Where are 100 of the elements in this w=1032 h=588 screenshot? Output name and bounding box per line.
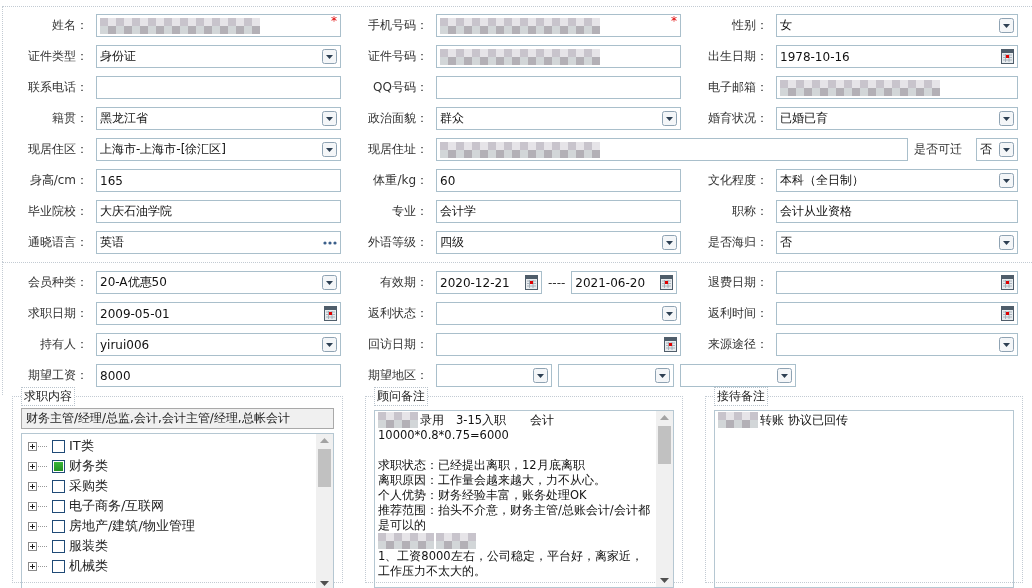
- input-field[interactable]: [776, 76, 1018, 99]
- checkbox[interactable]: [52, 519, 65, 533]
- input-field[interactable]: 大庆石油学院: [96, 200, 341, 223]
- input-field[interactable]: 会计从业资格: [776, 200, 1018, 223]
- field-label: 体重/kg：: [372, 172, 429, 189]
- notes-textarea[interactable]: 转账 协议已回传: [714, 410, 1014, 588]
- select-field[interactable]: 群众: [436, 107, 681, 130]
- expand-icon[interactable]: [28, 441, 48, 451]
- more-options-icon[interactable]: [323, 240, 337, 245]
- select-field[interactable]: 本科（全日制）: [776, 169, 1018, 192]
- scroll-down-icon[interactable]: [320, 581, 329, 586]
- select-field[interactable]: 否: [776, 231, 1018, 254]
- tree-item[interactable]: 房地产/建筑/物业管理: [69, 517, 195, 535]
- required-mark: *: [671, 15, 677, 27]
- input-field[interactable]: 165: [96, 169, 341, 192]
- tree-item[interactable]: 机械类: [69, 557, 108, 575]
- field-label: 返利状态：: [367, 305, 429, 322]
- expand-icon[interactable]: [28, 561, 48, 571]
- select-field[interactable]: [776, 333, 1018, 356]
- scroll-down-icon[interactable]: [660, 578, 669, 583]
- date-field[interactable]: [776, 271, 1018, 294]
- lookup-field[interactable]: 英语: [96, 231, 341, 254]
- field-label: 籍贯：: [51, 110, 89, 127]
- calendar-icon[interactable]: [660, 275, 674, 290]
- notes-textarea[interactable]: 录用 3-15入职 会计 10000*0.8*0.75=6000 求职状态：已经提出离职，12月底离职 离职原因：工作量会越来越大，力不从心。 个人优势：财务经验丰富，账务处理OK 推荐范围：抬头不介意，财务主管/总账会计/会计都是可以的 1、工资8000左右，公司稳定，平台好，离家近，工作压力不太大的。: [374, 410, 674, 588]
- scrollbar[interactable]: [316, 434, 333, 588]
- select-field[interactable]: [680, 364, 796, 387]
- tree-item[interactable]: 服装类: [69, 537, 108, 555]
- input-field[interactable]: 会计学: [436, 200, 681, 223]
- select-field[interactable]: [558, 364, 674, 387]
- field-label: 出生日期：: [707, 48, 769, 65]
- field-label: 身高/cm：: [28, 172, 89, 189]
- note-text: 推荐范围：抬头不介意，财务主管/总账会计/会计都是可以的: [378, 503, 651, 533]
- select-field[interactable]: 20-A优惠50: [96, 271, 341, 294]
- field-label: 求职日期：: [27, 305, 89, 322]
- select-field[interactable]: [436, 364, 552, 387]
- calendar-icon[interactable]: [525, 275, 538, 290]
- tree-item[interactable]: 财务类: [69, 457, 108, 475]
- input-field[interactable]: [436, 45, 681, 68]
- redacted-text: [378, 533, 434, 549]
- expand-icon[interactable]: [28, 501, 48, 511]
- field-label: 是否可迁: [914, 141, 963, 158]
- expand-icon[interactable]: [28, 521, 48, 531]
- select-field[interactable]: 身份证: [96, 45, 341, 68]
- field-label: 外语等级：: [367, 234, 429, 251]
- scrollbar-thumb[interactable]: [318, 449, 331, 487]
- expand-icon[interactable]: [28, 481, 48, 491]
- field-label: 现居住区：: [27, 141, 89, 158]
- field-label: 证件号码：: [367, 48, 429, 65]
- date-field[interactable]: 1978-10-16: [776, 45, 1018, 68]
- date-field[interactable]: [436, 333, 681, 356]
- input-field[interactable]: [436, 138, 908, 161]
- calendar-icon[interactable]: [664, 337, 677, 352]
- field-label: 毕业院校：: [27, 203, 89, 220]
- checkbox[interactable]: [52, 499, 65, 513]
- field-label: 姓名：: [51, 17, 89, 34]
- tree-item[interactable]: 电子商务/互联网: [69, 497, 165, 515]
- calendar-icon[interactable]: [1001, 306, 1014, 321]
- select-field[interactable]: yirui006: [96, 333, 341, 356]
- checkbox[interactable]: [52, 439, 65, 453]
- field-label: 专业：: [391, 203, 429, 220]
- date-field[interactable]: 2020-12-21: [436, 271, 542, 294]
- input-field[interactable]: [96, 76, 341, 99]
- field-label: 通晓语言：: [27, 234, 89, 251]
- input-field[interactable]: *: [436, 14, 681, 37]
- expand-icon[interactable]: [28, 541, 48, 551]
- tree-item[interactable]: IT类: [69, 437, 94, 455]
- field-label: 期望地区：: [367, 367, 429, 384]
- field-label: 持有人：: [39, 336, 89, 353]
- field-label: 期望工资：: [27, 367, 89, 384]
- select-field[interactable]: [436, 302, 681, 325]
- date-field[interactable]: 2021-06-20: [571, 271, 678, 294]
- date-field[interactable]: 2009-05-01: [96, 302, 341, 325]
- calendar-icon[interactable]: [324, 306, 337, 321]
- note-text: 个人优势：财务经验丰富，账务处理OK: [378, 488, 587, 503]
- select-field[interactable]: 否: [976, 138, 1018, 161]
- input-field[interactable]: [436, 76, 681, 99]
- checkbox[interactable]: [52, 459, 65, 473]
- input-field[interactable]: *: [96, 14, 341, 37]
- input-field[interactable]: 60: [436, 169, 681, 192]
- required-mark: *: [331, 15, 337, 27]
- select-field[interactable]: 四级: [436, 231, 681, 254]
- select-field[interactable]: 黑龙江省: [96, 107, 341, 130]
- expand-icon[interactable]: [28, 461, 48, 471]
- date-field[interactable]: [776, 302, 1018, 325]
- select-field[interactable]: 已婚已育: [776, 107, 1018, 130]
- checkbox[interactable]: [52, 539, 65, 553]
- note-text: 转账 协议已回传: [760, 412, 848, 428]
- tree-item[interactable]: 采购类: [69, 477, 108, 495]
- select-field[interactable]: 上海市-上海市-[徐汇区]: [96, 138, 341, 161]
- checkbox[interactable]: [52, 479, 65, 493]
- note-text: 离职原因：工作量会越来越大，力不从心。: [378, 473, 606, 488]
- input-field[interactable]: 8000: [96, 364, 341, 387]
- calendar-icon[interactable]: [1001, 275, 1014, 290]
- calendar-icon[interactable]: [1001, 49, 1014, 64]
- note-text: 求职状态：已经提出离职，12月底离职: [378, 458, 585, 473]
- scrollbar-thumb[interactable]: [658, 426, 671, 464]
- checkbox[interactable]: [52, 559, 65, 573]
- select-field[interactable]: 女: [776, 14, 1018, 37]
- scrollbar[interactable]: [656, 411, 673, 587]
